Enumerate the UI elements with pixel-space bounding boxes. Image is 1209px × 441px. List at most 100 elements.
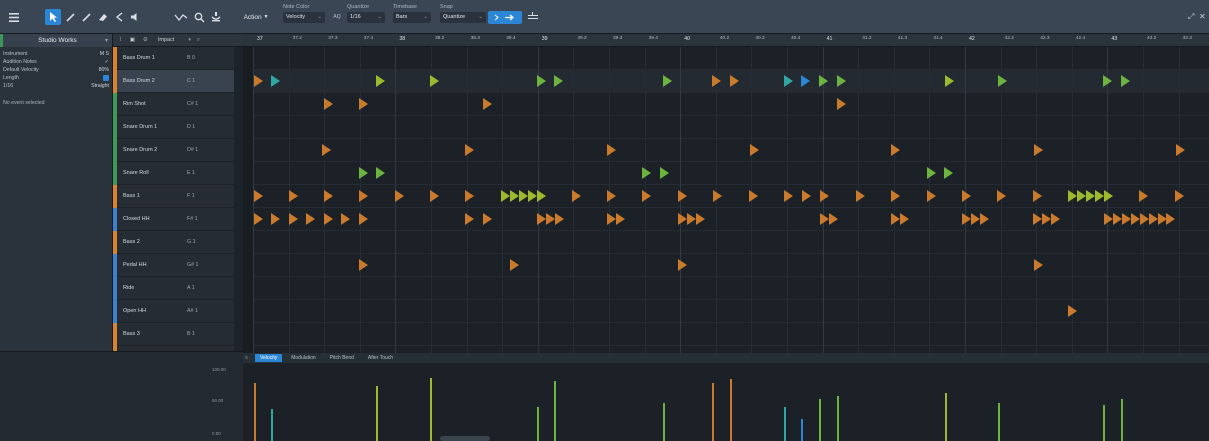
velocity-bar[interactable] [554,381,556,441]
note-lane[interactable] [243,116,1209,139]
default-velocity-row[interactable]: Default Velocity 80% [0,66,112,74]
midi-note[interactable] [998,75,1007,87]
lane-menu-icon[interactable]: ≡ [245,355,255,361]
midi-note[interactable] [944,167,953,179]
midi-note[interactable] [1034,259,1043,271]
velocity-bar[interactable] [376,386,378,441]
pitch-row[interactable]: Closed HH F# 1 [113,207,234,231]
midi-note[interactable] [713,190,722,202]
midi-note[interactable] [341,213,350,225]
midi-note[interactable] [607,213,616,225]
link-icon[interactable]: ⌇ [119,37,122,43]
midi-note[interactable] [1103,75,1112,87]
midi-note[interactable] [1121,75,1130,87]
midi-note[interactable] [324,98,333,110]
mute-solo[interactable]: M S [100,50,109,58]
note-lane[interactable] [243,254,1209,277]
midi-note[interactable] [856,190,865,202]
midi-note[interactable] [642,190,651,202]
midi-note[interactable] [546,213,555,225]
menu-icon[interactable] [6,0,22,34]
midi-note[interactable] [784,190,793,202]
midi-note[interactable] [997,190,1006,202]
midi-note[interactable] [254,75,263,87]
midi-note[interactable] [1086,190,1095,202]
midi-note[interactable] [891,213,900,225]
action-menu-button[interactable]: Action ▼ [238,0,274,34]
midi-note[interactable] [359,167,368,179]
velocity-bar[interactable] [784,407,786,441]
save-icon[interactable]: ▣ [130,37,135,43]
midi-note[interactable] [1139,190,1148,202]
midi-note[interactable] [465,144,474,156]
length-mode[interactable]: Straight [91,82,109,90]
pitch-row[interactable]: Rim Shot C# 1 [113,92,234,116]
midi-note[interactable] [430,190,439,202]
note-lane[interactable] [243,47,1209,70]
note-lane[interactable] [243,93,1209,116]
audition-notes-row[interactable]: Audition Notes ✓ [0,58,112,66]
midi-note[interactable] [730,75,739,87]
midi-note[interactable] [510,190,519,202]
midi-note[interactable] [750,144,759,156]
velocity-bar[interactable] [945,393,947,441]
velocity-bar[interactable] [1103,405,1105,441]
midi-note[interactable] [900,213,909,225]
midi-note[interactable] [376,167,385,179]
midi-note[interactable] [1104,190,1113,202]
midi-note[interactable] [376,75,385,87]
midi-note[interactable] [891,190,900,202]
midi-note[interactable] [971,213,980,225]
midi-note[interactable] [1068,190,1077,202]
note-lane[interactable] [243,300,1209,323]
midi-note[interactable] [306,213,315,225]
midi-note[interactable] [1034,144,1043,156]
check-icon[interactable]: ✓ [105,58,109,66]
settings-icon[interactable]: ⚙ [143,37,148,43]
midi-note[interactable] [395,190,404,202]
pitch-row[interactable]: Bass 3 B 1 [113,322,234,346]
note-lane[interactable] [243,185,1209,208]
midi-note[interactable] [1131,213,1140,225]
midi-note[interactable] [1033,213,1042,225]
midi-note[interactable] [430,75,439,87]
midi-note[interactable] [980,213,989,225]
midi-note[interactable] [927,190,936,202]
midi-note[interactable] [678,213,687,225]
listen-tool-icon[interactable] [208,0,224,34]
chevron-down-icon[interactable]: ▾ [188,37,191,43]
midi-note[interactable] [1033,190,1042,202]
expand-icon[interactable]: ⤢ [1188,12,1194,22]
midi-note[interactable] [572,190,581,202]
midi-note[interactable] [784,75,793,87]
velocity-lane[interactable] [243,363,1209,441]
note-lane[interactable] [243,208,1209,231]
snap-field[interactable]: Snap Quantize ⌄ [440,4,486,30]
midi-note[interactable] [1068,305,1077,317]
midi-note[interactable] [1149,213,1158,225]
velocity-bar[interactable] [663,403,665,441]
midi-note[interactable] [678,190,687,202]
length-toggle[interactable] [103,75,109,81]
midi-note[interactable] [801,75,810,87]
velocity-bar[interactable] [537,407,539,441]
midi-note[interactable] [359,213,368,225]
pitch-row[interactable]: Snare Drum 2 D# 1 [113,138,234,162]
midi-note[interactable] [1175,190,1184,202]
midi-note[interactable] [829,213,838,225]
midi-note[interactable] [554,75,563,87]
midi-note[interactable] [1095,190,1104,202]
midi-note[interactable] [483,98,492,110]
midi-note[interactable] [962,190,971,202]
midi-note[interactable] [324,190,333,202]
midi-note[interactable] [1113,213,1122,225]
midi-note[interactable] [359,259,368,271]
tab-velocity[interactable]: Velocity [255,354,283,362]
note-lane[interactable] [243,277,1209,300]
midi-note[interactable] [1077,190,1086,202]
midi-note[interactable] [271,213,280,225]
arrow-tool-button[interactable] [44,0,62,34]
adaptive-quantize-icon[interactable]: AQ [330,0,344,34]
note-lane[interactable] [243,70,1209,93]
midi-note[interactable] [607,144,616,156]
